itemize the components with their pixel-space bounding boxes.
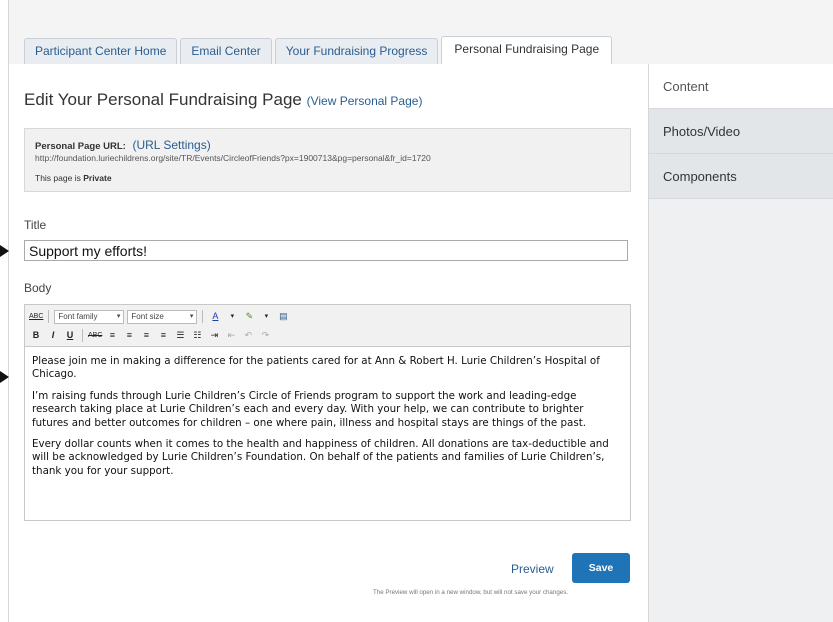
toolbar-separator xyxy=(82,329,83,342)
toolbar-separator xyxy=(48,310,50,323)
align-justify-icon[interactable]: ≡ xyxy=(156,328,170,343)
chevron-down-icon: ▾ xyxy=(116,312,121,320)
tab-participant-center-home[interactable]: Participant Center Home xyxy=(24,38,178,64)
pointer-arrow-body xyxy=(0,371,9,383)
page-title: Edit Your Personal Fundraising Page (Vie… xyxy=(24,90,422,110)
title-label: Title xyxy=(24,218,47,232)
preview-link[interactable]: Preview xyxy=(511,562,554,576)
privacy-prefix: This page is xyxy=(35,173,81,183)
tab-bar: Participant Center Home Email Center You… xyxy=(24,36,615,64)
bold-icon[interactable]: B xyxy=(29,328,43,343)
title-input[interactable] xyxy=(24,240,628,261)
tab-email-center[interactable]: Email Center xyxy=(180,38,272,64)
editor-content-area[interactable]: Please join me in making a difference fo… xyxy=(25,347,630,494)
page-title-text: Edit Your Personal Fundraising Page xyxy=(24,90,302,109)
font-size-label: Font size xyxy=(131,311,164,321)
sidebar: Content Photos/Video Components xyxy=(648,64,833,622)
personal-page-url: http://foundation.luriechildrens.org/sit… xyxy=(35,153,431,163)
undo-icon[interactable]: ↶ xyxy=(241,328,255,343)
bullet-list-icon[interactable]: ☰ xyxy=(173,328,187,343)
italic-icon[interactable]: I xyxy=(46,328,60,343)
numbered-list-icon[interactable]: ☷ xyxy=(190,328,204,343)
dropdown-arrow-icon[interactable]: ▾ xyxy=(259,309,273,324)
tab-personal-fundraising-page[interactable]: Personal Fundraising Page xyxy=(441,36,613,64)
underline-icon[interactable]: U xyxy=(63,328,77,343)
url-settings-link[interactable]: (URL Settings) xyxy=(132,138,210,152)
view-personal-page-link[interactable]: (View Personal Page) xyxy=(307,94,423,108)
dropdown-arrow-icon[interactable]: ▾ xyxy=(225,309,239,324)
body-paragraph: Please join me in making a difference fo… xyxy=(32,355,600,381)
font-family-label: Font family xyxy=(58,311,98,321)
toolbar-separator xyxy=(202,310,204,323)
indent-icon[interactable]: ⇥ xyxy=(207,328,221,343)
chevron-down-icon: ▾ xyxy=(189,312,194,320)
font-size-select[interactable]: Font size ▾ xyxy=(127,309,198,324)
align-center-icon[interactable]: ≡ xyxy=(122,328,136,343)
outdent-icon[interactable]: ⇤ xyxy=(224,328,238,343)
sidebar-item-content[interactable]: Content xyxy=(649,64,833,109)
preview-note: The Preview will open in a new window, b… xyxy=(373,589,569,596)
text-color-icon[interactable]: A xyxy=(208,309,222,324)
strikethrough-icon[interactable]: ABC xyxy=(88,328,102,343)
rich-text-editor: ABC Font family ▾ Font size ▾ A ▾ ✎ ▾ ▤ … xyxy=(24,304,631,521)
body-paragraph: Every dollar counts when it comes to the… xyxy=(32,438,609,477)
body-label: Body xyxy=(24,281,52,295)
privacy-status-value: Private xyxy=(83,173,112,183)
highlight-color-icon[interactable]: ✎ xyxy=(242,309,256,324)
body-paragraph: I’m raising funds through Lurie Children… xyxy=(32,389,587,429)
toolbar-row-1: ABC Font family ▾ Font size ▾ A ▾ ✎ ▾ ▤ xyxy=(29,308,626,325)
toolbar-row-2: B I U ABC ≡ ≡ ≡ ≡ ☰ ☷ ⇥ ⇤ ↶ ↷ xyxy=(29,327,626,344)
editor-toolbar: ABC Font family ▾ Font size ▾ A ▾ ✎ ▾ ▤ … xyxy=(25,305,630,347)
url-label: Personal Page URL: xyxy=(35,141,126,152)
url-info-box: Personal Page URL: (URL Settings) http:/… xyxy=(24,128,631,192)
paste-icon[interactable]: ▤ xyxy=(276,309,290,324)
pointer-arrow-title xyxy=(0,245,9,257)
left-border xyxy=(8,64,9,622)
spellcheck-icon[interactable]: ABC xyxy=(29,309,43,324)
save-button[interactable]: Save xyxy=(572,553,630,583)
sidebar-item-photos-video[interactable]: Photos/Video xyxy=(649,109,833,154)
tab-fundraising-progress[interactable]: Your Fundraising Progress xyxy=(274,38,439,64)
align-right-icon[interactable]: ≡ xyxy=(139,328,153,343)
sidebar-item-components[interactable]: Components xyxy=(649,154,833,199)
url-row: Personal Page URL: (URL Settings) xyxy=(35,138,620,152)
privacy-status-text: This page is Private xyxy=(35,173,620,183)
font-family-select[interactable]: Font family ▾ xyxy=(54,309,125,324)
redo-icon[interactable]: ↷ xyxy=(258,328,272,343)
align-left-icon[interactable]: ≡ xyxy=(105,328,119,343)
